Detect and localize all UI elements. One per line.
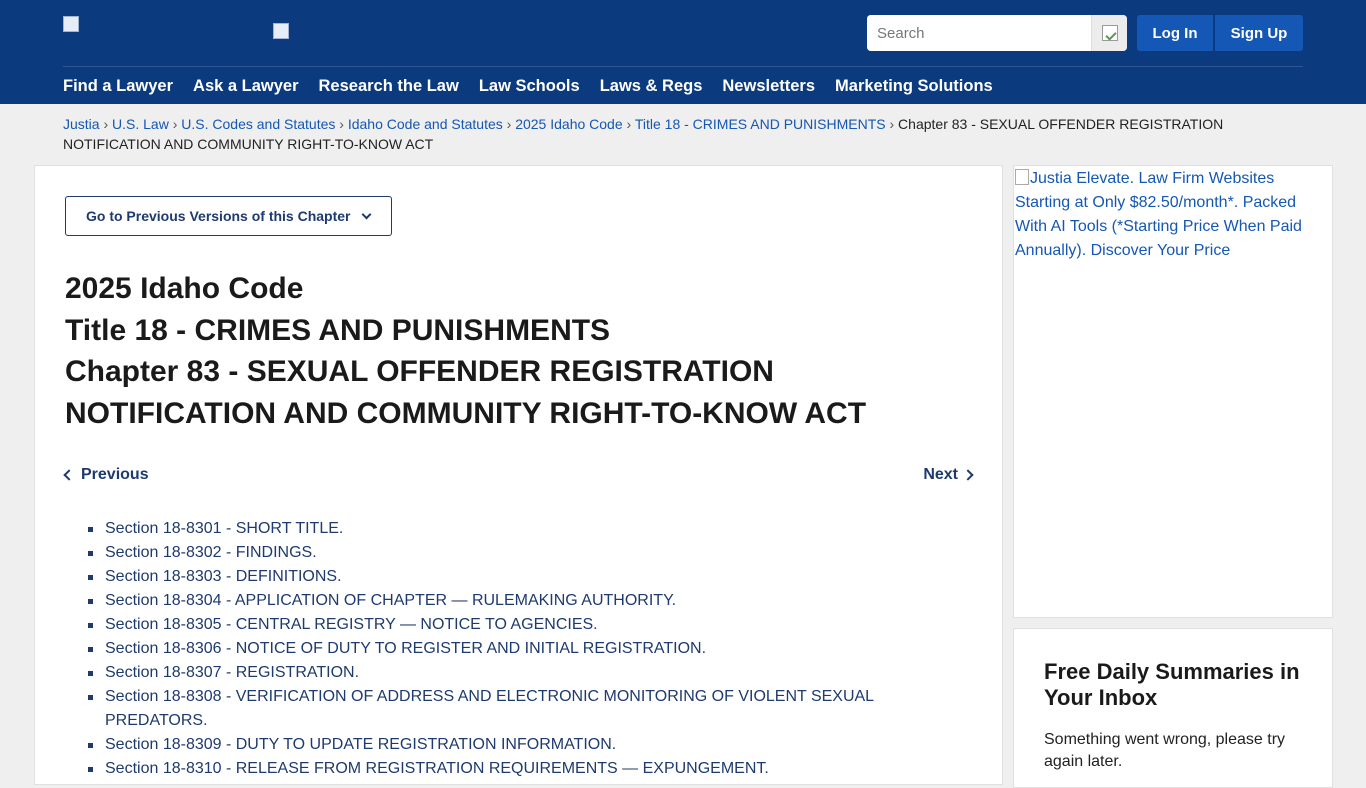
list-item: Section 18-8309 - DUTY TO UPDATE REGISTR…: [88, 733, 925, 757]
breadcrumb-separator: ›: [506, 116, 512, 132]
nav-ask-a-lawyer[interactable]: Ask a Lawyer: [193, 75, 298, 97]
nav-research-the-law[interactable]: Research the Law: [319, 75, 459, 97]
breadcrumb-separator: ›: [103, 116, 109, 132]
breadcrumb-link-justia[interactable]: Justia: [63, 116, 100, 132]
newsletter-box: Free Daily Summaries in Your Inbox Somet…: [1013, 628, 1333, 788]
previous-versions-label: Go to Previous Versions of this Chapter: [86, 208, 351, 224]
title-chapter-name: Chapter 83 - SEXUAL OFFENDER REGISTRATIO…: [65, 355, 867, 430]
signup-button[interactable]: Sign Up: [1215, 15, 1303, 51]
header-divider: [63, 66, 1303, 67]
chevron-right-icon: [962, 469, 974, 481]
title-code-name: 2025 Idaho Code: [65, 272, 304, 305]
section-link[interactable]: Section 18-8302 - FINDINGS.: [105, 544, 317, 561]
section-link[interactable]: Section 18-8303 - DEFINITIONS.: [105, 568, 342, 585]
newsletter-title: Free Daily Summaries in Your Inbox: [1044, 659, 1300, 710]
chevron-left-icon: [63, 469, 75, 481]
search-box: [867, 15, 1127, 51]
previous-versions-dropdown[interactable]: Go to Previous Versions of this Chapter: [65, 196, 392, 236]
newsletter-error-message: Something went wrong, please try again l…: [1044, 731, 1286, 770]
nav-marketing-solutions[interactable]: Marketing Solutions: [835, 75, 993, 97]
breadcrumb-link-us-codes[interactable]: U.S. Codes and Statutes: [181, 116, 335, 132]
previous-label: Previous: [81, 466, 149, 483]
list-item: Section 18-8305 - CENTRAL REGISTRY — NOT…: [88, 613, 925, 637]
section-link[interactable]: Section 18-8306 - NOTICE OF DUTY TO REGI…: [105, 640, 706, 657]
section-link[interactable]: Section 18-8305 - CENTRAL REGISTRY — NOT…: [105, 616, 598, 633]
list-item: Section 18-8302 - FINDINGS.: [88, 541, 925, 565]
list-item: Section 18-8303 - DEFINITIONS.: [88, 565, 925, 589]
list-item: Section 18-8301 - SHORT TITLE.: [88, 517, 925, 541]
section-link[interactable]: Section 18-8304 - APPLICATION OF CHAPTER…: [105, 592, 676, 609]
search-icon: [1101, 25, 1118, 41]
breadcrumb-separator: ›: [172, 116, 178, 132]
section-link[interactable]: Section 18-8310 - RELEASE FROM REGISTRAT…: [105, 760, 769, 777]
nav-newsletters[interactable]: Newsletters: [722, 75, 815, 97]
list-item: Section 18-8304 - APPLICATION OF CHAPTER…: [88, 589, 925, 613]
next-label: Next: [923, 466, 958, 483]
search-input[interactable]: [867, 15, 1091, 51]
chevron-down-icon: [361, 209, 371, 219]
section-link[interactable]: Section 18-8307 - REGISTRATION.: [105, 664, 359, 681]
section-link[interactable]: Section 18-8308 - VERIFICATION OF ADDRES…: [105, 688, 873, 729]
title-title-name: Title 18 - CRIMES AND PUNISHMENTS: [65, 313, 611, 347]
next-link[interactable]: Next: [923, 466, 974, 484]
list-item: Section 18-8310 - RELEASE FROM REGISTRAT…: [88, 757, 925, 781]
breadcrumb-link-2025-idaho-code[interactable]: 2025 Idaho Code: [515, 116, 622, 132]
main-content: Go to Previous Versions of this Chapter …: [34, 165, 1003, 785]
section-link[interactable]: Section 18-8301 - SHORT TITLE.: [105, 520, 343, 537]
main-nav: Find a Lawyer Ask a Lawyer Research the …: [63, 75, 1013, 97]
login-button[interactable]: Log In: [1137, 15, 1213, 51]
list-item: Section 18-8307 - REGISTRATION.: [88, 661, 925, 685]
ad-link[interactable]: Justia Elevate. Law Firm Websites Starti…: [1014, 166, 1332, 263]
breadcrumb-link-idaho-code[interactable]: Idaho Code and Statutes: [348, 116, 503, 132]
nav-find-a-lawyer[interactable]: Find a Lawyer: [63, 75, 173, 97]
list-item: Section 18-8306 - NOTICE OF DUTY TO REGI…: [88, 637, 925, 661]
breadcrumb-separator: ›: [889, 116, 895, 132]
section-link[interactable]: Section 18-8309 - DUTY TO UPDATE REGISTR…: [105, 736, 616, 753]
site-header: Log In Sign Up Find a Lawyer Ask a Lawye…: [0, 0, 1366, 104]
header-secondary-image: [273, 23, 289, 39]
search-button[interactable]: [1091, 15, 1127, 51]
justia-logo-image[interactable]: [63, 16, 79, 32]
section-list: Section 18-8301 - SHORT TITLE. Section 1…: [88, 517, 925, 781]
nav-law-schools[interactable]: Law Schools: [479, 75, 580, 97]
breadcrumb-separator: ›: [339, 116, 344, 132]
list-item: Section 18-8308 - VERIFICATION OF ADDRES…: [88, 685, 925, 733]
breadcrumb-link-us-law[interactable]: U.S. Law: [112, 116, 169, 132]
advertisement-box: Justia Elevate. Law Firm Websites Starti…: [1013, 165, 1333, 618]
breadcrumb-link-title-18[interactable]: Title 18 - CRIMES AND PUNISHMENTS: [635, 116, 886, 132]
breadcrumb: Justia › U.S. Law › U.S. Codes and Statu…: [63, 114, 1243, 154]
ad-alt-text: Justia Elevate. Law Firm Websites Starti…: [1015, 170, 1302, 259]
nav-laws-and-regs[interactable]: Laws & Regs: [600, 75, 703, 97]
previous-link[interactable]: Previous: [63, 466, 149, 484]
breadcrumb-separator: ›: [626, 116, 632, 132]
broken-image-icon: [1015, 169, 1029, 185]
page-title: 2025 Idaho Code Title 18 - CRIMES AND PU…: [65, 268, 965, 434]
